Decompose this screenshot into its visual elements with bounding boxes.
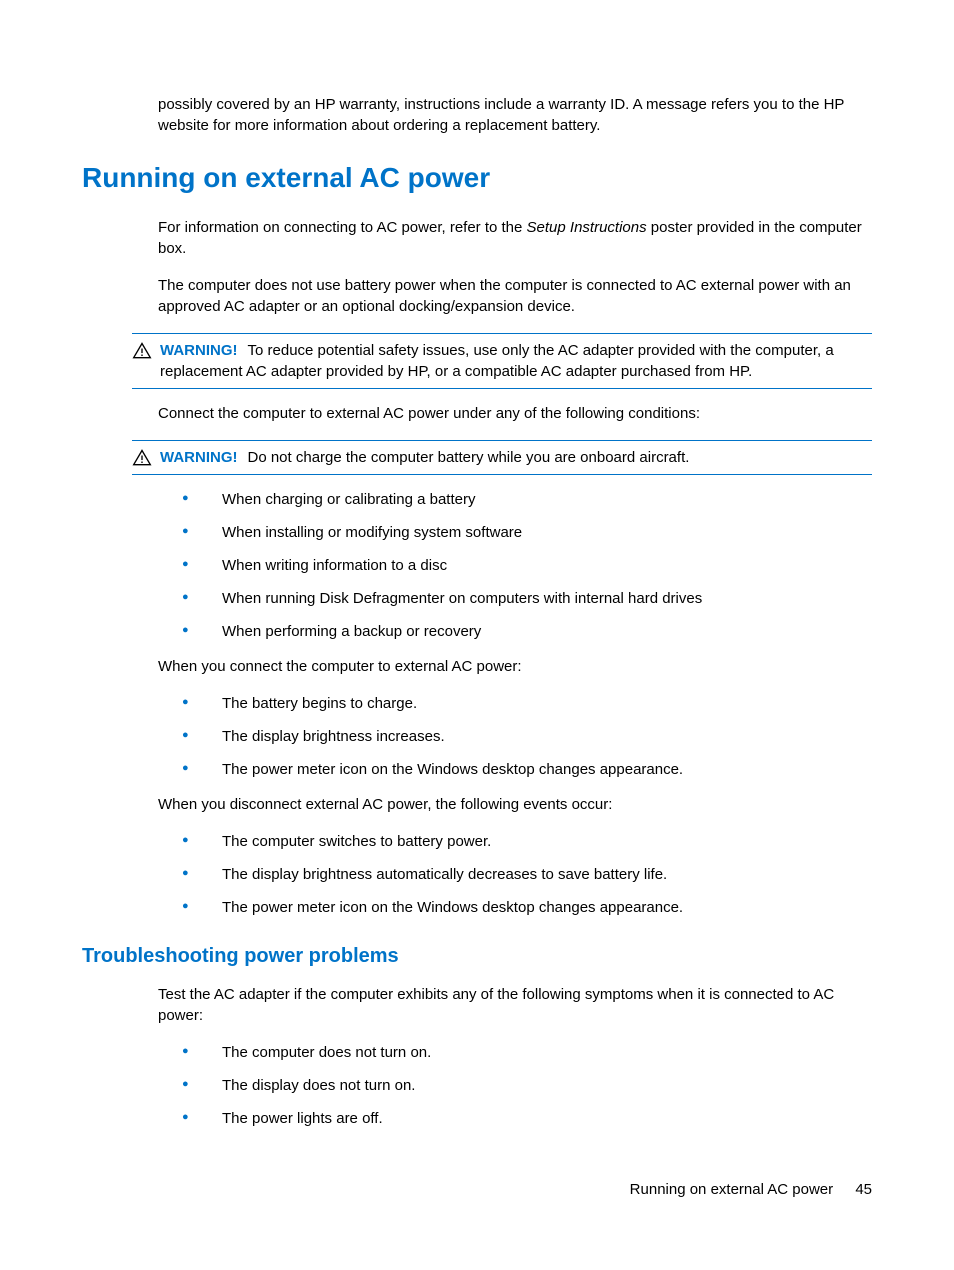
page-number: 45 <box>855 1181 872 1198</box>
list-item: When installing or modifying system soft… <box>182 522 872 543</box>
list-item: When writing information to a disc <box>182 555 872 576</box>
list-item: The computer does not turn on. <box>182 1042 872 1063</box>
section-heading-h1: Running on external AC power <box>82 158 872 197</box>
warning-label: WARNING! <box>160 449 238 466</box>
italic-text: Setup Instructions <box>527 219 647 236</box>
warning-triangle-icon <box>132 341 152 361</box>
list-item: The display brightness automatically dec… <box>182 864 872 885</box>
warning-label: WARNING! <box>160 342 238 359</box>
list-item: The power lights are off. <box>182 1108 872 1129</box>
warning-callout: WARNING! Do not charge the computer batte… <box>132 440 872 475</box>
warning-text: To reduce potential safety issues, use o… <box>160 342 834 380</box>
section-heading-h2: Troubleshooting power problems <box>82 942 872 970</box>
body-paragraph: Test the AC adapter if the computer exhi… <box>158 984 872 1026</box>
warning-text: Do not charge the computer battery while… <box>248 449 690 466</box>
body-paragraph: For information on connecting to AC powe… <box>158 217 872 259</box>
bullet-list: The computer does not turn on. The displ… <box>182 1042 872 1129</box>
list-item: When charging or calibrating a battery <box>182 489 872 510</box>
list-item: The display does not turn on. <box>182 1075 872 1096</box>
intro-fragment-text: possibly covered by an HP warranty, inst… <box>158 94 872 136</box>
para-text: For information on connecting to AC powe… <box>158 219 527 236</box>
list-item: When running Disk Defragmenter on comput… <box>182 588 872 609</box>
body-paragraph: When you disconnect external AC power, t… <box>158 794 872 815</box>
body-paragraph: Connect the computer to external AC powe… <box>158 403 872 424</box>
warning-triangle-icon <box>132 448 152 468</box>
list-item: The battery begins to charge. <box>182 693 872 714</box>
page-footer: Running on external AC power 45 <box>630 1179 872 1200</box>
list-item: The display brightness increases. <box>182 726 872 747</box>
list-item: The power meter icon on the Windows desk… <box>182 759 872 780</box>
bullet-list: The battery begins to charge. The displa… <box>182 693 872 780</box>
list-item: When performing a backup or recovery <box>182 621 872 642</box>
warning-callout: WARNING!To reduce potential safety issue… <box>132 333 872 389</box>
body-paragraph: When you connect the computer to externa… <box>158 656 872 677</box>
warning-content: WARNING!To reduce potential safety issue… <box>160 340 868 382</box>
list-item: The computer switches to battery power. <box>182 831 872 852</box>
list-item: The power meter icon on the Windows desk… <box>182 897 872 918</box>
body-paragraph: The computer does not use battery power … <box>158 275 872 317</box>
footer-title: Running on external AC power <box>630 1181 833 1198</box>
bullet-list: The computer switches to battery power. … <box>182 831 872 918</box>
document-page: possibly covered by an HP warranty, inst… <box>0 0 954 1203</box>
warning-content: WARNING! Do not charge the computer batte… <box>160 447 868 468</box>
bullet-list: When charging or calibrating a battery W… <box>182 489 872 642</box>
